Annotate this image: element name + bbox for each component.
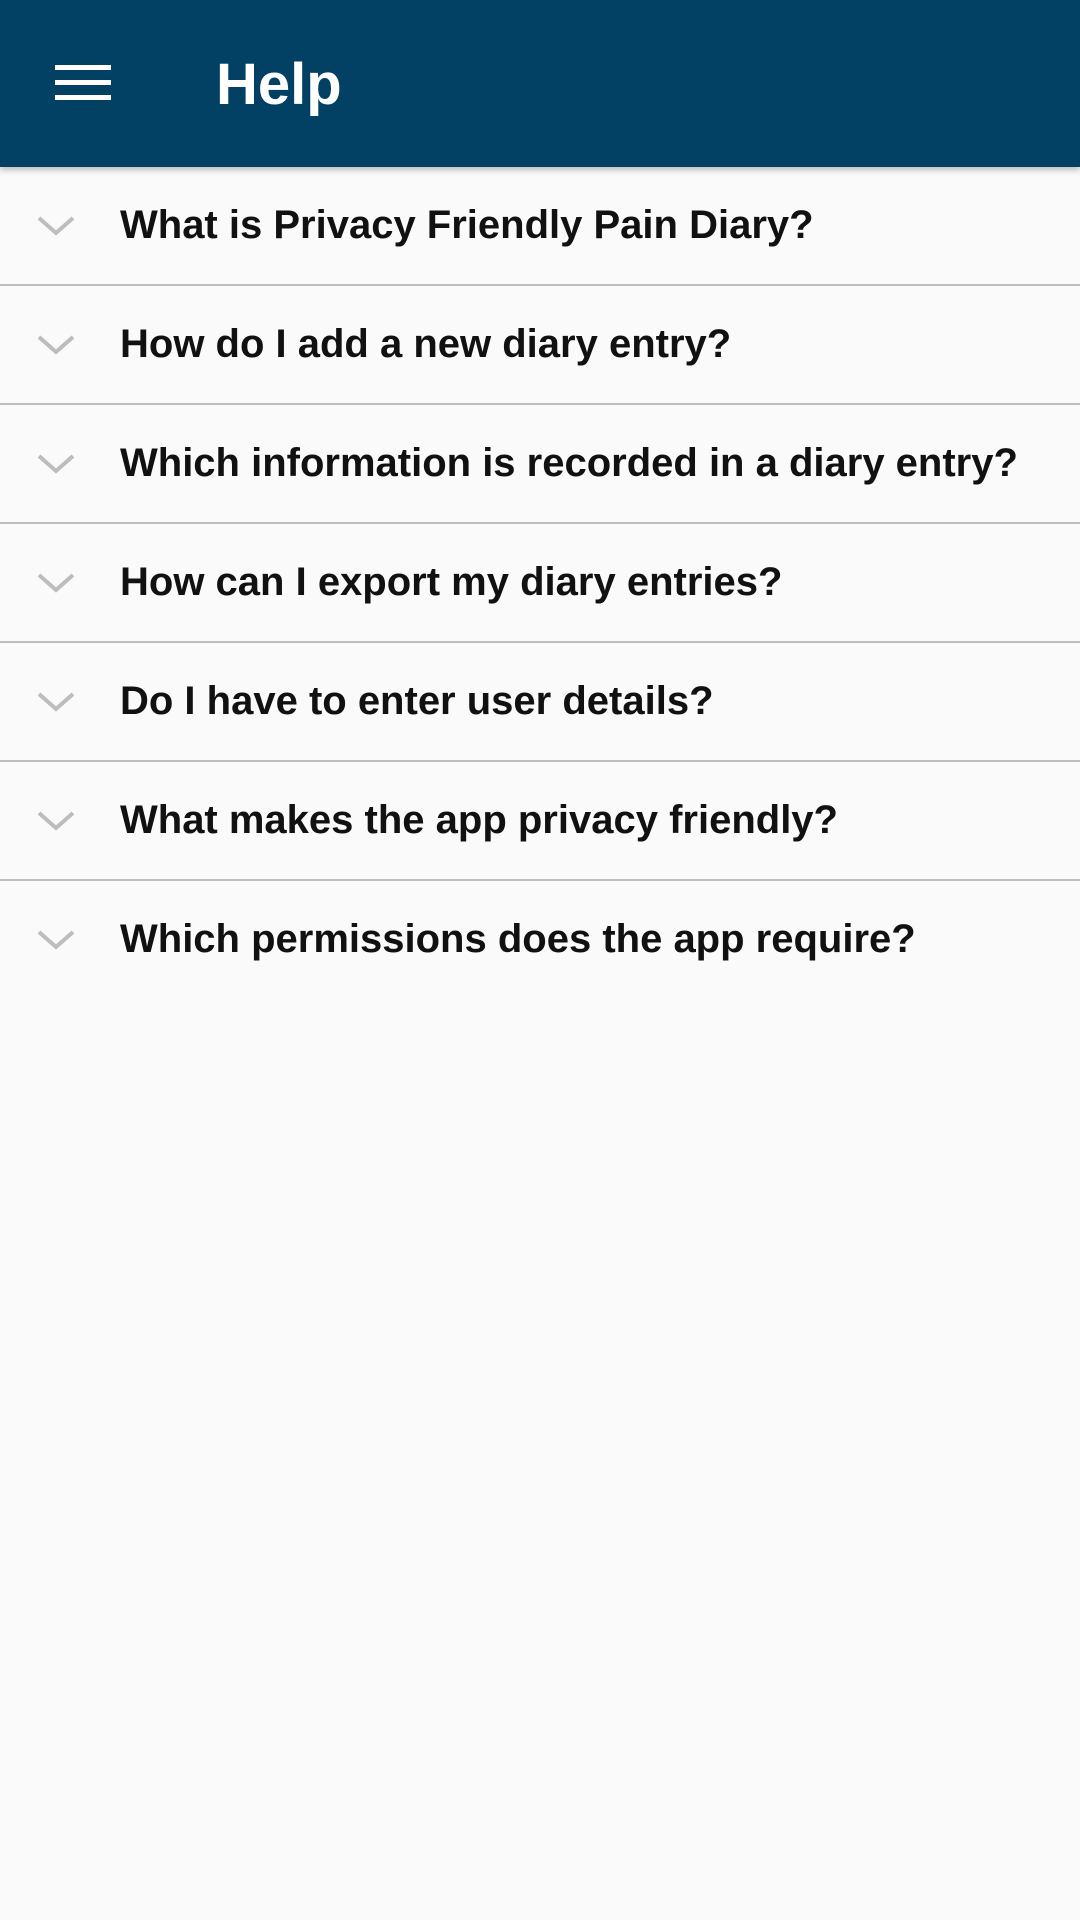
chevron-down-icon — [36, 684, 76, 720]
page-title: Help — [216, 52, 342, 117]
faq-question: How do I add a new diary entry? — [120, 322, 732, 366]
faq-item-permissions[interactable]: Which permissions does the app require? — [0, 881, 1080, 998]
faq-list: What is Privacy Friendly Pain Diary? How… — [0, 167, 1080, 998]
faq-question: How can I export my diary entries? — [120, 560, 783, 604]
chevron-down-icon — [36, 803, 76, 839]
chevron-down-icon — [36, 446, 76, 482]
app-bar: Help — [0, 0, 1080, 167]
chevron-down-icon — [36, 327, 76, 363]
faq-item-recorded-information[interactable]: Which information is recorded in a diary… — [0, 405, 1080, 524]
chevron-down-icon — [36, 565, 76, 601]
faq-question: What is Privacy Friendly Pain Diary? — [120, 203, 814, 247]
faq-question: Do I have to enter user details? — [120, 679, 714, 723]
faq-item-user-details[interactable]: Do I have to enter user details? — [0, 643, 1080, 762]
faq-item-export-entries[interactable]: How can I export my diary entries? — [0, 524, 1080, 643]
menu-button[interactable] — [26, 35, 142, 131]
chevron-down-icon — [36, 208, 76, 244]
hamburger-menu-icon — [55, 65, 111, 100]
faq-question: Which permissions does the app require? — [120, 917, 916, 961]
faq-question: What makes the app privacy friendly? — [120, 798, 838, 842]
faq-item-what-is-app[interactable]: What is Privacy Friendly Pain Diary? — [0, 167, 1080, 286]
chevron-down-icon — [36, 922, 76, 958]
faq-question: Which information is recorded in a diary… — [120, 441, 1018, 485]
faq-item-add-entry[interactable]: How do I add a new diary entry? — [0, 286, 1080, 405]
faq-item-privacy-friendly[interactable]: What makes the app privacy friendly? — [0, 762, 1080, 881]
